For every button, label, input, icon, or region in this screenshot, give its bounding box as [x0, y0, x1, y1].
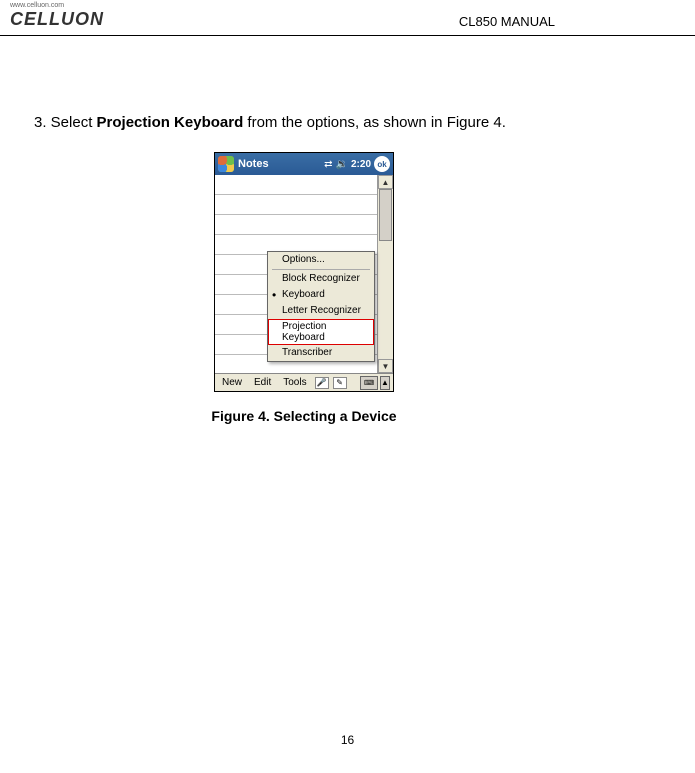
- bottombar-tools[interactable]: Tools: [279, 377, 310, 388]
- instruction-text: 3. Select Projection Keyboard from the o…: [34, 108, 574, 138]
- scroll-down-button[interactable]: ▼: [378, 359, 393, 373]
- start-icon[interactable]: [218, 156, 234, 172]
- app-titlebar: Notes ⇄ 🔉 2:20 ok: [215, 153, 393, 175]
- page-header: www.celluon.com CELLUON CL850 MANUAL: [0, 0, 695, 36]
- bottombar-edit[interactable]: Edit: [250, 377, 275, 388]
- menu-item-options[interactable]: Options...: [268, 252, 374, 268]
- menu-item-transcriber[interactable]: Transcriber: [268, 345, 374, 361]
- sync-icon[interactable]: ⇄: [324, 159, 332, 170]
- doc-title: CL850 MANUAL: [459, 14, 555, 29]
- step-bold: Projection Keyboard: [97, 114, 244, 131]
- speaker-icon[interactable]: 🔉: [336, 159, 348, 170]
- step-prefix: 3. Select: [34, 114, 97, 131]
- keyboard-icon[interactable]: ⌨: [360, 376, 378, 390]
- note-line: [215, 175, 377, 195]
- input-method-menu: Options... Block Recognizer Keyboard Let…: [267, 251, 375, 362]
- pen-icon[interactable]: ✎: [333, 377, 347, 389]
- logo-text: CELLUON: [10, 9, 104, 30]
- step-suffix: from the options, as shown in Figure 4.: [243, 114, 506, 131]
- menu-item-projection-keyboard[interactable]: Projection Keyboard: [268, 319, 374, 345]
- scrollbar[interactable]: ▲ ▼: [377, 175, 393, 373]
- page-content: 3. Select Projection Keyboard from the o…: [34, 108, 574, 424]
- scroll-thumb[interactable]: [379, 189, 392, 241]
- app-title: Notes: [238, 158, 324, 170]
- menu-item-letter-recognizer[interactable]: Letter Recognizer: [268, 303, 374, 319]
- menu-item-keyboard[interactable]: Keyboard: [268, 287, 374, 303]
- scroll-up-button[interactable]: ▲: [378, 175, 393, 189]
- bottombar-new[interactable]: New: [218, 377, 246, 388]
- logo: www.celluon.com CELLUON: [10, 2, 104, 30]
- menu-separator: [272, 269, 370, 270]
- note-line: [215, 195, 377, 215]
- figure-caption: Figure 4. Selecting a Device: [34, 408, 574, 424]
- menu-item-block-recognizer[interactable]: Block Recognizer: [268, 271, 374, 287]
- clock-time: 2:20: [351, 159, 371, 170]
- record-icon[interactable]: 🎤: [315, 377, 329, 389]
- note-line: [215, 215, 377, 235]
- ok-button[interactable]: ok: [374, 156, 390, 172]
- logo-url: www.celluon.com: [10, 2, 104, 9]
- input-selector-arrow-icon[interactable]: ▲: [380, 376, 390, 390]
- page-number: 16: [341, 733, 354, 747]
- app-bottombar: New Edit Tools 🎤 ✎ ⌨ ▲: [215, 373, 393, 391]
- device-screenshot: Notes ⇄ 🔉 2:20 ok: [214, 152, 394, 392]
